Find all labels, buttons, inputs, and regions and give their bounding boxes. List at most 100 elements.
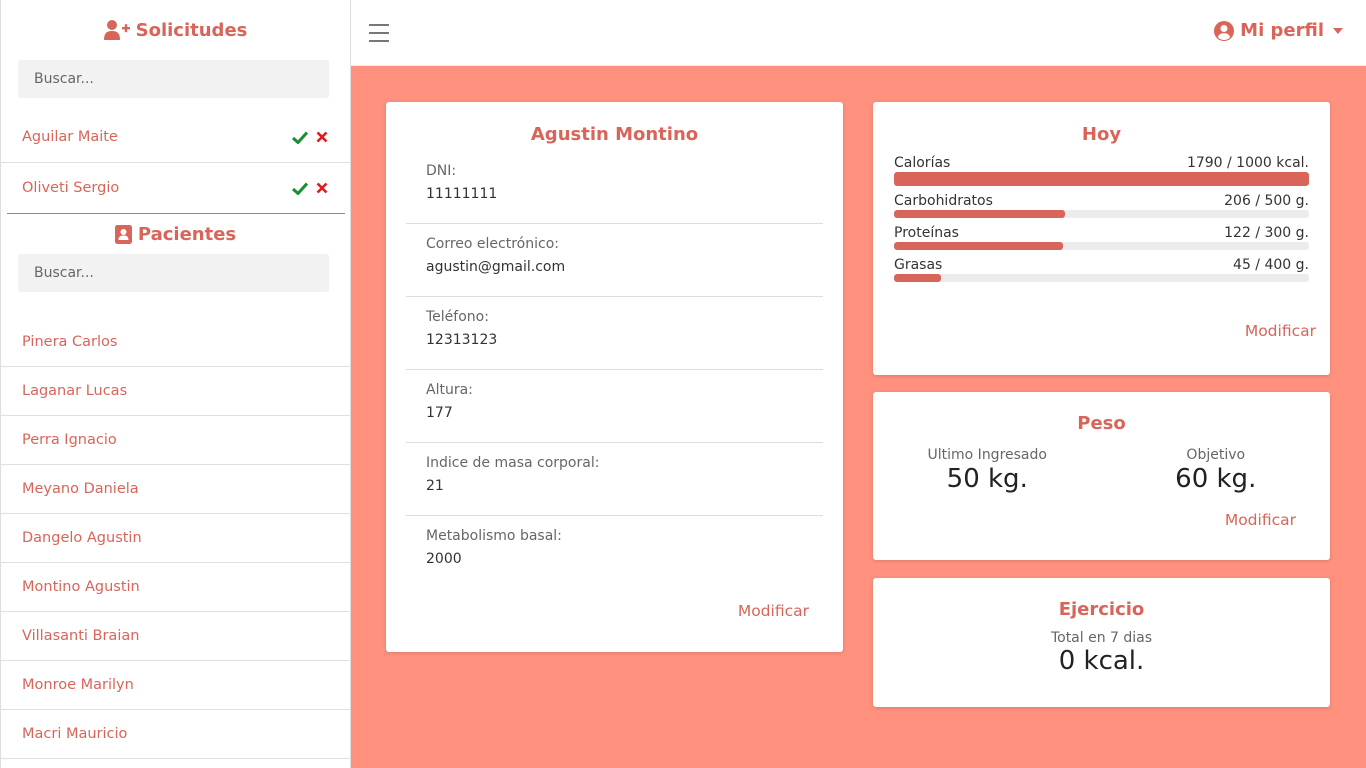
field-label: DNI: (426, 163, 457, 179)
main-content: Agustin Montino DNI: 11111111 Correo ele… (351, 66, 1366, 768)
field-value: 11111111 (426, 186, 498, 202)
requests-search-input[interactable] (18, 60, 329, 98)
field-value: 177 (426, 405, 453, 421)
request-name[interactable]: Oliveti Sergio (22, 180, 119, 196)
nutrient-label: Grasas (894, 257, 943, 273)
requests-header: Solicitudes (1, 0, 350, 60)
request-item: Oliveti Sergio (7, 163, 345, 214)
nutrition-list: Calorías 1790 / 1000 kcal. Carbohidratos… (894, 155, 1309, 282)
exercise-value: 0 kcal. (1058, 646, 1145, 676)
progress-fill (894, 210, 1065, 218)
weight-card: Peso Ultimo Ingresado 50 kg. Objetivo 60… (873, 392, 1330, 560)
carbs-progress-bar (894, 210, 1309, 218)
patient-name-title: Agustin Montino (530, 124, 699, 145)
patients-search-input[interactable] (18, 254, 329, 292)
patients-list: Pinera Carlos Laganar Lucas Perra Ignaci… (1, 318, 350, 759)
caret-down-icon (1333, 27, 1343, 34)
patient-name[interactable]: Laganar Lucas (22, 383, 127, 399)
patient-name[interactable]: Pinera Carlos (22, 334, 117, 350)
field-label: Metabolismo basal: (426, 528, 562, 544)
nutrient-label: Proteínas (894, 225, 959, 241)
patient-item[interactable]: Laganar Lucas (1, 367, 350, 416)
patient-fields: DNI: 11111111 Correo electrónico: agusti… (406, 157, 823, 589)
patient-name[interactable]: Monroe Marilyn (22, 677, 134, 693)
patient-name[interactable]: Macri Mauricio (22, 726, 127, 742)
patient-item[interactable]: Pinera Carlos (1, 318, 350, 367)
patient-item[interactable]: Monroe Marilyn (1, 661, 350, 710)
nutrient-label: Carbohidratos (894, 193, 993, 209)
close-icon[interactable] (316, 182, 328, 194)
today-card: Hoy Calorías 1790 / 1000 kcal. Carbohidr… (873, 102, 1330, 375)
weight-title: Peso (1077, 413, 1126, 434)
request-item: Aguilar Maite (1, 112, 350, 163)
field-label: Teléfono: (426, 309, 489, 325)
patient-name[interactable]: Villasanti Braian (22, 628, 139, 644)
weight-goal-label: Objetivo (1186, 447, 1246, 463)
profile-menu[interactable]: Mi perfil (1214, 20, 1346, 41)
nutrient-row: Carbohidratos 206 / 500 g. (894, 193, 1309, 210)
patient-item[interactable]: Meyano Daniela (1, 465, 350, 514)
menu-toggle-icon[interactable] (369, 24, 389, 42)
check-icon[interactable] (292, 181, 308, 195)
close-icon[interactable] (316, 131, 328, 143)
nutrient-row: Proteínas 122 / 300 g. (894, 225, 1309, 242)
weight-last: Ultimo Ingresado 50 kg. (873, 447, 1102, 494)
patient-name[interactable]: Meyano Daniela (22, 481, 139, 497)
exercise-title: Ejercicio (1058, 599, 1145, 620)
check-icon[interactable] (292, 130, 308, 144)
weight-columns: Ultimo Ingresado 50 kg. Objetivo 60 kg. (873, 447, 1330, 494)
user-plus-icon (103, 20, 130, 40)
patient-item[interactable]: Villasanti Braian (1, 612, 350, 661)
calories-progress-bar (894, 172, 1309, 186)
requests-title: Solicitudes (135, 19, 248, 41)
profile-label: Mi perfil (1240, 20, 1324, 41)
field-basal-metabolism: Metabolismo basal: 2000 (406, 516, 823, 589)
nutrient-value: 122 / 300 g. (1224, 225, 1309, 241)
nutrient-value: 206 / 500 g. (1224, 193, 1309, 209)
field-height: Altura: 177 (406, 370, 823, 443)
patient-item[interactable]: Macri Mauricio (1, 710, 350, 759)
patient-item[interactable]: Perra Ignacio (1, 416, 350, 465)
patient-item[interactable]: Montino Agustin (1, 563, 350, 612)
patient-name[interactable]: Dangelo Agustin (22, 530, 142, 546)
progress-fill (894, 274, 941, 282)
nutrient-value: 45 / 400 g. (1233, 257, 1309, 273)
weight-modify-button[interactable]: Modificar (1225, 511, 1296, 529)
field-value: 12313123 (426, 332, 498, 348)
progress-fill (894, 172, 1309, 186)
weight-last-label: Ultimo Ingresado (927, 447, 1047, 463)
field-label: Correo electrónico: (426, 236, 559, 252)
field-email: Correo electrónico: agustin@gmail.com (406, 224, 823, 297)
progress-fill (894, 242, 1063, 250)
user-circle-icon (1214, 20, 1235, 41)
patient-modify-button[interactable]: Modificar (738, 602, 809, 620)
nutrient-label: Calorías (894, 155, 951, 171)
requests-list: Aguilar Maite Oliveti Sergio (1, 112, 350, 214)
exercise-label: Total en 7 dias (1050, 630, 1153, 646)
weight-goal-value: 60 kg. (1175, 464, 1257, 494)
patient-name[interactable]: Montino Agustin (22, 579, 140, 595)
field-phone: Teléfono: 12313123 (406, 297, 823, 370)
patients-header: Pacientes (1, 214, 350, 254)
nutrient-row: Calorías 1790 / 1000 kcal. (894, 155, 1309, 172)
field-label: Altura: (426, 382, 473, 398)
field-dni: DNI: 11111111 (406, 157, 823, 224)
protein-progress-bar (894, 242, 1309, 250)
field-value: 2000 (426, 551, 462, 567)
sidebar: Solicitudes Aguilar Maite Oliveti Sergio… (0, 0, 351, 768)
today-title: Hoy (1081, 124, 1122, 145)
patient-card: Agustin Montino DNI: 11111111 Correo ele… (386, 102, 843, 652)
patients-title: Pacientes (137, 223, 237, 245)
field-bmi: Indice de masa corporal: 21 (406, 443, 823, 516)
patient-name[interactable]: Perra Ignacio (22, 432, 117, 448)
field-value: agustin@gmail.com (426, 259, 566, 275)
topbar: Mi perfil (351, 0, 1366, 66)
exercise-card: Ejercicio Total en 7 dias 0 kcal. (873, 578, 1330, 707)
today-modify-button[interactable]: Modificar (1245, 322, 1316, 340)
nutrient-row: Grasas 45 / 400 g. (894, 257, 1309, 274)
patient-item[interactable]: Dangelo Agustin (1, 514, 350, 563)
address-book-icon (114, 224, 132, 244)
request-name[interactable]: Aguilar Maite (22, 129, 118, 145)
weight-goal: Objetivo 60 kg. (1102, 447, 1331, 494)
nutrient-value: 1790 / 1000 kcal. (1186, 155, 1309, 171)
